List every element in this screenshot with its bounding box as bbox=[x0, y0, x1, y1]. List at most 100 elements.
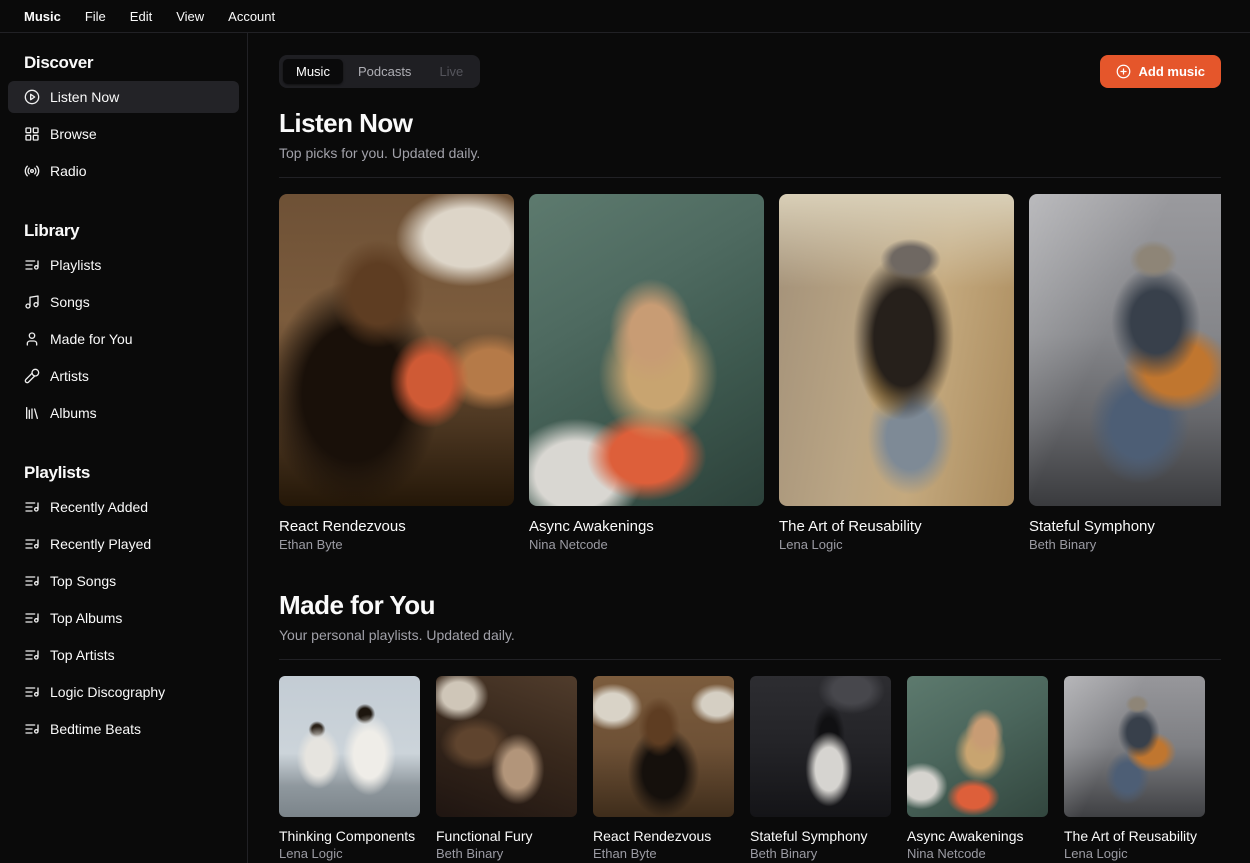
list-music-icon bbox=[24, 610, 40, 626]
sidebar-item-label: Bedtime Beats bbox=[50, 721, 142, 737]
add-music-button[interactable]: Add music bbox=[1099, 55, 1221, 88]
album-card[interactable]: React Rendezvous Ethan Byte bbox=[593, 676, 734, 861]
sidebar-item[interactable]: Bedtime Beats bbox=[8, 713, 239, 745]
sidebar-item-label: Recently Added bbox=[50, 499, 149, 515]
add-music-label: Add music bbox=[1138, 64, 1205, 79]
sidebar-item[interactable]: Songs bbox=[8, 286, 239, 318]
album-card[interactable]: Thinking Components Lena Logic bbox=[279, 676, 420, 861]
sidebar-item[interactable]: Top Artists bbox=[8, 639, 239, 671]
album-card[interactable]: Stateful Symphony Beth Binary bbox=[750, 676, 891, 861]
tab[interactable]: Podcasts bbox=[345, 59, 424, 84]
list-music-icon bbox=[24, 257, 40, 273]
tab[interactable]: Music bbox=[283, 59, 343, 84]
radio-icon bbox=[24, 163, 40, 179]
sidebar-section: Discover Listen Now Browse Radio bbox=[8, 45, 239, 187]
sidebar-item[interactable]: Playlists bbox=[8, 249, 239, 281]
album-card[interactable]: Stateful Symphony Beth Binary bbox=[1029, 194, 1221, 552]
album-art[interactable] bbox=[750, 676, 891, 817]
album-art[interactable] bbox=[907, 676, 1048, 817]
sidebar-section-items: Listen Now Browse Radio bbox=[8, 81, 239, 187]
list-music-icon bbox=[24, 721, 40, 737]
album-artist: Ethan Byte bbox=[593, 846, 657, 861]
album-title: The Art of Reusability bbox=[1064, 828, 1198, 844]
sidebar-item[interactable]: Top Songs bbox=[8, 565, 239, 597]
user-icon bbox=[24, 331, 40, 347]
album-art[interactable] bbox=[436, 676, 577, 817]
album-card[interactable]: React Rendezvous Ethan Byte bbox=[279, 194, 514, 552]
menu-item[interactable]: File bbox=[73, 5, 118, 28]
sidebar-item[interactable]: Recently Played bbox=[8, 528, 239, 560]
album-artist: Lena Logic bbox=[1064, 846, 1128, 861]
sidebar-item[interactable]: Made for You bbox=[8, 323, 239, 355]
sidebar-item-label: Playlists bbox=[50, 257, 102, 273]
sidebar-item-label: Songs bbox=[50, 294, 90, 310]
sidebar-section-items: Playlists Songs Made for You Artists Alb… bbox=[8, 249, 239, 429]
section-subtitle: Top picks for you. Updated daily. bbox=[279, 145, 481, 161]
listen-now-cards: React Rendezvous Ethan Byte Async Awaken… bbox=[279, 194, 1221, 552]
sidebar-item-label: Top Songs bbox=[50, 573, 117, 589]
album-title: React Rendezvous bbox=[279, 518, 406, 535]
library-icon bbox=[24, 405, 40, 421]
menu-item[interactable]: Music bbox=[12, 5, 73, 28]
play-circle-icon bbox=[24, 89, 40, 105]
list-music-icon bbox=[24, 573, 40, 589]
album-art[interactable] bbox=[1064, 676, 1205, 817]
sidebar-section-title: Library bbox=[24, 221, 80, 240]
sidebar-item[interactable]: Recently Added bbox=[8, 491, 239, 523]
sidebar-item-label: Top Albums bbox=[50, 610, 123, 626]
sidebar-section-title: Discover bbox=[24, 53, 94, 72]
sidebar-item[interactable]: Listen Now bbox=[8, 81, 239, 113]
menu-item[interactable]: Edit bbox=[118, 5, 164, 28]
sidebar-item[interactable]: Logic Discography bbox=[8, 676, 239, 708]
music-icon bbox=[24, 294, 40, 310]
album-artist: Nina Netcode bbox=[907, 846, 986, 861]
section-title: Listen Now bbox=[279, 108, 413, 138]
album-card[interactable]: Async Awakenings Nina Netcode bbox=[529, 194, 764, 552]
tabs: Music Podcasts Live bbox=[279, 55, 481, 88]
album-art[interactable] bbox=[779, 194, 1014, 506]
sidebar-item-label: Made for You bbox=[50, 331, 133, 347]
mic-icon bbox=[24, 368, 40, 384]
sidebar-item[interactable]: Browse bbox=[8, 118, 239, 150]
top-bar: Music Podcasts Live Add music bbox=[279, 55, 1221, 88]
menu-item[interactable]: Account bbox=[216, 5, 287, 28]
sidebar-item[interactable]: Albums bbox=[8, 397, 239, 429]
list-music-icon bbox=[24, 647, 40, 663]
album-artist: Lena Logic bbox=[279, 846, 343, 861]
album-art[interactable] bbox=[1029, 194, 1221, 506]
album-artist: Lena Logic bbox=[779, 537, 843, 552]
album-card[interactable]: Async Awakenings Nina Netcode bbox=[907, 676, 1048, 861]
section-title: Made for You bbox=[279, 590, 436, 620]
album-title: Async Awakenings bbox=[529, 518, 654, 535]
album-artist: Beth Binary bbox=[436, 846, 504, 861]
sidebar-item[interactable]: Artists bbox=[8, 360, 239, 392]
album-card[interactable]: The Art of Reusability Lena Logic bbox=[1064, 676, 1205, 861]
sidebar-item[interactable]: Radio bbox=[8, 155, 239, 187]
album-artist: Nina Netcode bbox=[529, 537, 608, 552]
album-title: Async Awakenings bbox=[907, 828, 1024, 844]
sidebar: Discover Listen Now Browse Radio Library… bbox=[0, 33, 248, 863]
album-artist: Ethan Byte bbox=[279, 537, 343, 552]
main-content: Music Podcasts Live Add music Listen Now T… bbox=[248, 33, 1250, 863]
list-music-icon bbox=[24, 684, 40, 700]
album-card[interactable]: Functional Fury Beth Binary bbox=[436, 676, 577, 861]
menu-item[interactable]: View bbox=[164, 5, 216, 28]
album-title: The Art of Reusability bbox=[779, 518, 922, 535]
album-title: Thinking Components bbox=[279, 828, 416, 844]
layout-grid-icon bbox=[24, 126, 40, 142]
sidebar-section: Playlists Recently Added Recently Played bbox=[8, 455, 239, 745]
list-music-icon bbox=[24, 499, 40, 515]
sidebar-section-title: Playlists bbox=[24, 463, 90, 482]
sidebar-item[interactable]: Top Albums bbox=[8, 602, 239, 634]
tab: Live bbox=[426, 59, 476, 84]
sidebar-item-label: Listen Now bbox=[50, 89, 120, 105]
sidebar-item-label: Albums bbox=[50, 405, 97, 421]
sidebar-item-label: Recently Played bbox=[50, 536, 152, 552]
album-art[interactable] bbox=[279, 194, 514, 506]
album-card[interactable]: The Art of Reusability Lena Logic bbox=[779, 194, 1014, 552]
album-art[interactable] bbox=[279, 676, 420, 817]
album-art[interactable] bbox=[593, 676, 734, 817]
album-art[interactable] bbox=[529, 194, 764, 506]
sidebar-section: Library Playlists Songs Made for You Art… bbox=[8, 213, 239, 429]
sidebar-item-label: Logic Discography bbox=[50, 684, 166, 700]
